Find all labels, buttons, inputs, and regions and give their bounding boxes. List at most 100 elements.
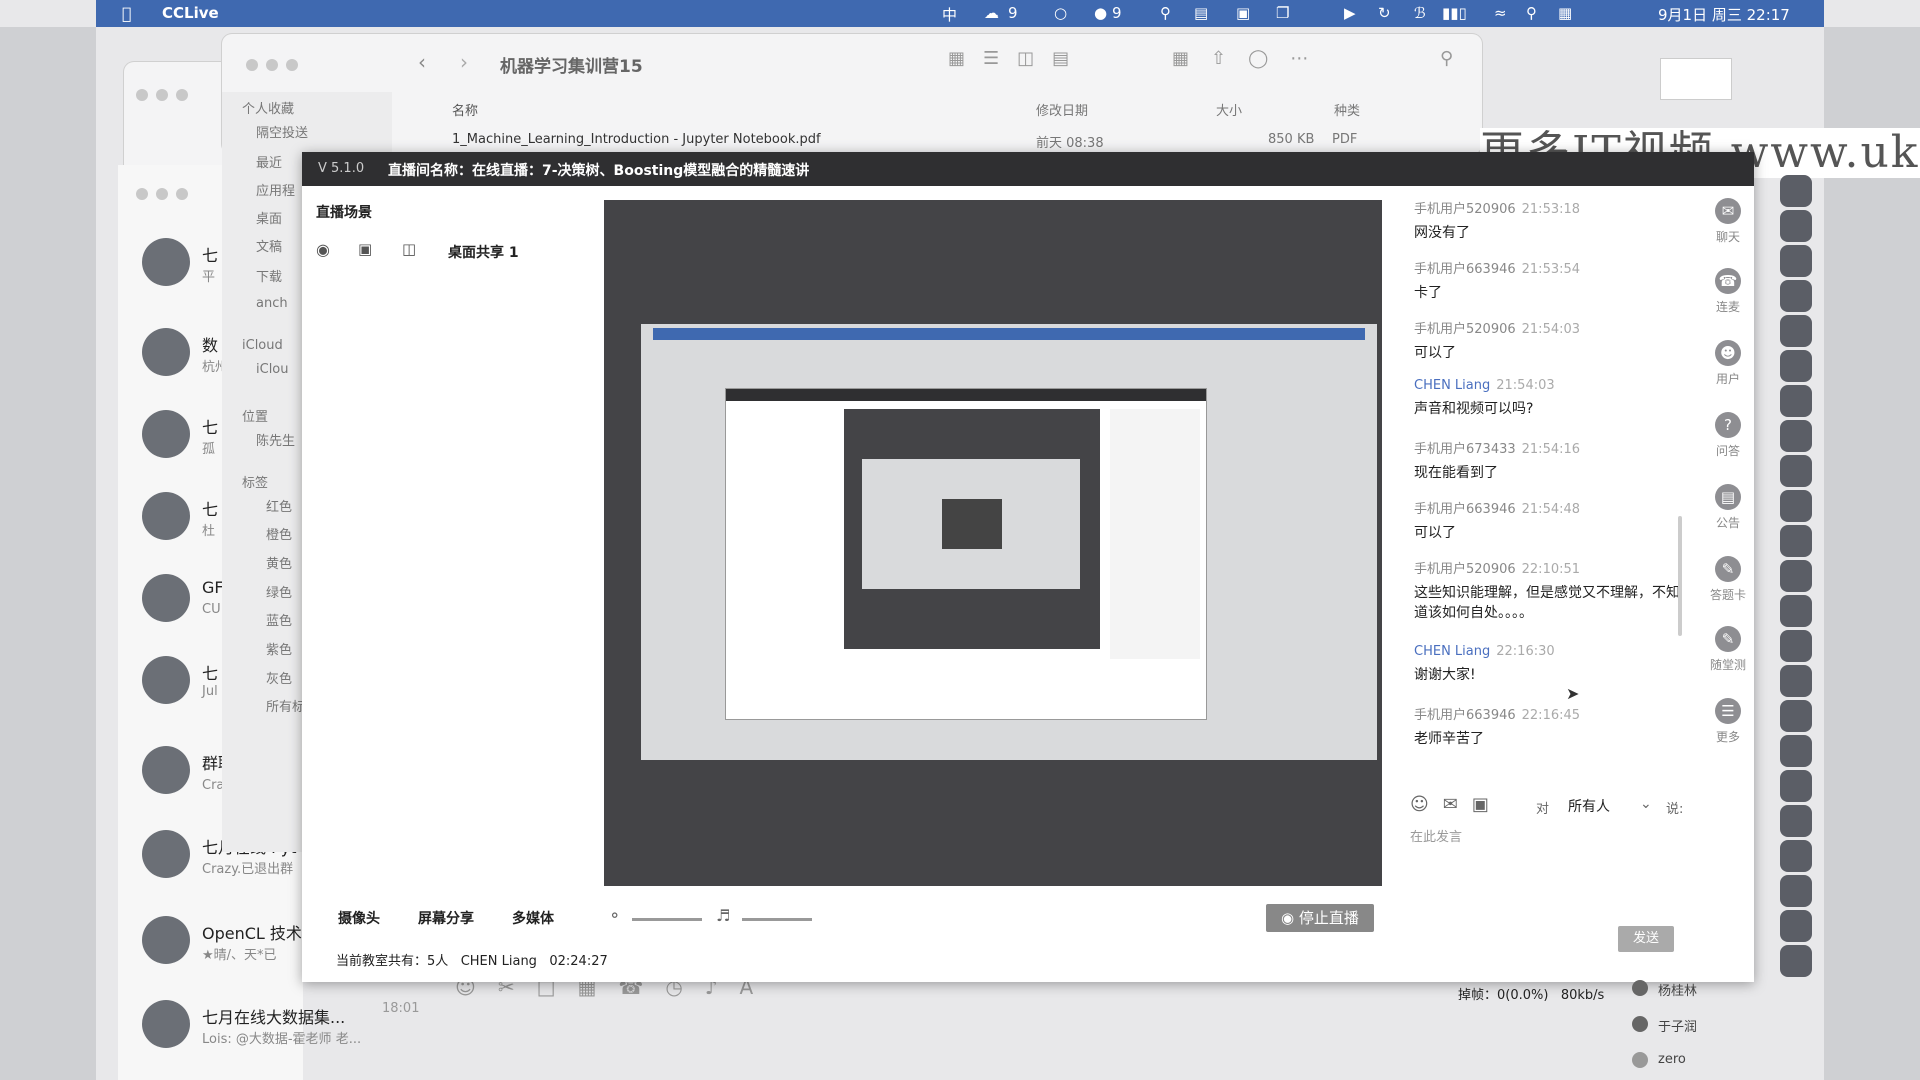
sidebar-item[interactable]: 下载 xyxy=(256,266,282,285)
message-user[interactable]: 手机用户520906 xyxy=(1414,562,1516,577)
lock-icon[interactable]: ▣ xyxy=(358,240,372,258)
toolbar-actions[interactable]: ▦⇧◯⋯ xyxy=(1172,48,1330,69)
dock-app-icon[interactable] xyxy=(1780,560,1812,592)
rail-quiz-button[interactable]: ✎ 随堂测 xyxy=(1702,626,1754,673)
speaker-icon[interactable]: ♬ xyxy=(716,906,730,925)
input-method-icon[interactable]: 中 xyxy=(942,4,957,25)
recipient-select[interactable]: 所有人 ⌄ xyxy=(1568,796,1658,816)
rail-qa-button[interactable]: ? 问答 xyxy=(1702,412,1754,459)
tag-item[interactable]: 紫色 xyxy=(266,639,292,658)
sidebar-item[interactable]: 陈先生 xyxy=(256,430,295,449)
chat-scrollbar[interactable] xyxy=(1678,516,1682,636)
file-row[interactable]: 1_Machine_Learning_Introduction - Jupyte… xyxy=(452,132,821,147)
screenshot-thumbnail[interactable] xyxy=(1660,58,1732,100)
message-user[interactable]: 手机用户663946 xyxy=(1414,708,1516,723)
column-date[interactable]: 修改日期 xyxy=(1036,100,1088,119)
dock-app-icon[interactable] xyxy=(1780,280,1812,312)
sidebar-item[interactable]: 最近 xyxy=(256,152,282,171)
play-icon[interactable]: ▶ xyxy=(1344,4,1356,22)
dock-app-icon[interactable] xyxy=(1780,910,1812,942)
rail-answer-card-button[interactable]: ✎ 答题卡 xyxy=(1702,556,1754,603)
rail-users-button[interactable]: ☻ 用户 xyxy=(1702,340,1754,387)
dock-app-icon[interactable] xyxy=(1780,840,1812,872)
message-user[interactable]: 手机用户663946 xyxy=(1414,502,1516,517)
message-user[interactable]: CHEN Liang xyxy=(1414,378,1490,393)
dock-app-icon[interactable] xyxy=(1780,210,1812,242)
dock-app-icon[interactable] xyxy=(1780,350,1812,382)
sidebar-item[interactable]: 桌面 xyxy=(256,208,282,227)
tag-item[interactable]: 黄色 xyxy=(266,553,292,572)
send-button[interactable]: 发送 xyxy=(1618,926,1674,952)
window-icon[interactable]: ❐ xyxy=(1276,4,1289,22)
display-icon[interactable]: ▤ xyxy=(1194,4,1208,22)
tag-item[interactable]: 所有标 xyxy=(266,696,305,715)
screen-share-button[interactable]: 屏幕分享 xyxy=(418,908,474,928)
member-name[interactable]: 于子润 xyxy=(1658,1016,1697,1035)
tag-item[interactable]: 绿色 xyxy=(266,582,292,601)
message-user[interactable]: 手机用户673433 xyxy=(1414,442,1516,457)
mic-volume-slider[interactable] xyxy=(632,918,702,921)
dock-app-icon[interactable] xyxy=(1780,245,1812,277)
spotlight-icon[interactable]: ⚲ xyxy=(1526,4,1537,22)
scene-item[interactable]: 桌面共享 1 xyxy=(448,242,519,262)
dock-app-icon[interactable] xyxy=(1780,665,1812,697)
multimedia-button[interactable]: 多媒体 xyxy=(512,908,554,928)
dock-app-icon[interactable] xyxy=(1780,385,1812,417)
forward-icon[interactable]: › xyxy=(460,50,468,74)
qq-icon[interactable]: ● xyxy=(1094,4,1107,22)
dock-app-icon[interactable] xyxy=(1780,455,1812,487)
microphone-icon[interactable]: ⚬ xyxy=(608,906,621,925)
dock-app-icon[interactable] xyxy=(1780,595,1812,627)
dock-app-icon[interactable] xyxy=(1780,735,1812,767)
app-name[interactable]: CCLive xyxy=(162,4,219,22)
dock-app-icon[interactable] xyxy=(1780,420,1812,452)
bluetooth-icon[interactable]: ℬ xyxy=(1414,4,1426,22)
dock-app-icon[interactable] xyxy=(1780,630,1812,662)
tag-item[interactable]: 蓝色 xyxy=(266,610,292,629)
dock-app-icon[interactable] xyxy=(1780,770,1812,802)
stop-live-button[interactable]: ◉ 停止直播 xyxy=(1266,904,1374,932)
dock-app-icon[interactable] xyxy=(1780,805,1812,837)
sidebar-item[interactable]: iClou xyxy=(256,362,289,377)
k-icon[interactable]: ▣ xyxy=(1236,4,1250,22)
sidebar-item[interactable]: 隔空投送 xyxy=(256,122,308,141)
dock-trash-icon[interactable] xyxy=(1780,945,1812,977)
dock-app-icon[interactable] xyxy=(1780,525,1812,557)
control-center-icon[interactable]: ▦ xyxy=(1558,4,1572,22)
message-user[interactable]: CHEN Liang xyxy=(1414,644,1490,659)
member-name[interactable]: 杨桂林 xyxy=(1658,980,1697,999)
chat-list-item[interactable]: 七月在线大数据集... Lois: @大数据-霍老师 老... xyxy=(142,1000,372,1060)
tag-item[interactable]: 红色 xyxy=(266,496,292,515)
back-icon[interactable]: ‹ xyxy=(418,50,426,74)
sidebar-item[interactable]: 应用程 xyxy=(256,180,295,199)
sidebar-item[interactable]: 文稿 xyxy=(256,236,282,255)
dock-app-icon[interactable] xyxy=(1780,700,1812,732)
wechat-icon[interactable]: ☁ xyxy=(984,4,999,22)
view-mode-icons[interactable]: ▦☰◫▤ xyxy=(948,48,1087,69)
finder-search-icon[interactable]: ⚲ xyxy=(1440,48,1453,69)
search-status-icon[interactable]: ⚲ xyxy=(1160,4,1171,22)
menu-datetime[interactable]: 9月1日 周三 22:17 xyxy=(1658,4,1790,25)
rail-notice-button[interactable]: ▤ 公告 xyxy=(1702,484,1754,531)
rail-more-button[interactable]: ☰ 更多 xyxy=(1702,698,1754,745)
message-input[interactable]: 在此发言 xyxy=(1410,826,1740,916)
message-user[interactable]: 手机用户520906 xyxy=(1414,322,1516,337)
apple-icon[interactable]:  xyxy=(122,4,132,23)
chat-icon[interactable]: ○ xyxy=(1054,4,1067,22)
column-kind[interactable]: 种类 xyxy=(1334,100,1360,119)
wifi-icon[interactable]: ≈ xyxy=(1494,4,1507,22)
column-name[interactable]: 名称 xyxy=(452,100,478,119)
dock-app-icon[interactable] xyxy=(1780,315,1812,347)
battery-icon[interactable]: ▮▮▯ xyxy=(1442,4,1467,22)
tag-item[interactable]: 橙色 xyxy=(266,524,292,543)
emoji-icon[interactable]: ☺ xyxy=(1410,794,1443,815)
member-name[interactable]: zero xyxy=(1658,1052,1686,1067)
dock-app-icon[interactable] xyxy=(1780,175,1812,207)
dock-app-icon[interactable] xyxy=(1780,875,1812,907)
column-size[interactable]: 大小 xyxy=(1216,100,1242,119)
camera-button[interactable]: 摄像头 xyxy=(338,908,380,928)
chat-list-item[interactable]: OpenCL 技术 ★晴/、天*已 xyxy=(142,916,302,976)
rail-mic-button[interactable]: ☎ 连麦 xyxy=(1702,268,1754,315)
chat-window-controls[interactable] xyxy=(136,185,196,204)
image-icon[interactable]: ▣ xyxy=(1472,794,1503,815)
